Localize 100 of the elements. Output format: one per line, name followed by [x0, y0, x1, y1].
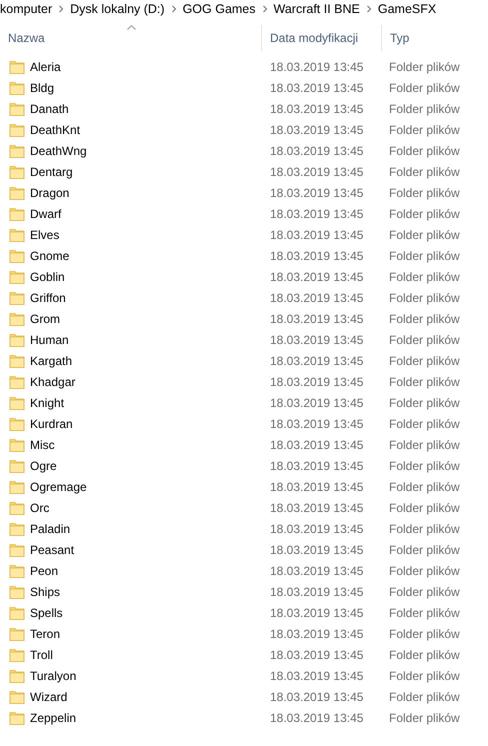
file-name[interactable]: Peasant — [30, 540, 74, 558]
file-type: Folder plików — [389, 144, 460, 158]
folder-icon — [9, 562, 25, 578]
folder-icon — [9, 584, 25, 600]
modified-date: 18.03.2019 13:45 — [270, 564, 364, 578]
file-name[interactable]: Human — [30, 330, 69, 348]
file-type: Folder plików — [389, 354, 460, 368]
folder-icon — [9, 668, 25, 684]
folder-icon — [9, 394, 25, 410]
file-name[interactable]: Spells — [30, 604, 63, 622]
file-type: Folder plików — [389, 668, 460, 682]
file-name[interactable]: Misc — [30, 436, 55, 454]
modified-date: 18.03.2019 13:45 — [270, 374, 364, 388]
modified-date: 18.03.2019 13:45 — [270, 290, 364, 304]
file-type: Folder plików — [389, 102, 460, 116]
breadcrumb-item[interactable]: komputer — [0, 0, 52, 18]
folder-icon — [9, 226, 25, 242]
modified-date: 18.03.2019 13:45 — [270, 248, 364, 262]
file-name[interactable]: Grom — [30, 310, 60, 328]
file-name[interactable]: Ogre — [30, 456, 57, 474]
folder-icon — [9, 604, 25, 620]
file-type: Folder plików — [389, 626, 460, 640]
folder-icon — [9, 500, 25, 516]
file-name[interactable]: Wizard — [30, 688, 68, 706]
file-name[interactable]: Danath — [30, 100, 69, 118]
file-name[interactable]: Dwarf — [30, 204, 62, 222]
breadcrumb-item[interactable]: GameSFX — [378, 0, 436, 18]
file-type: Folder plików — [389, 648, 460, 662]
modified-date: 18.03.2019 13:45 — [270, 312, 364, 326]
modified-date: 18.03.2019 13:45 — [270, 206, 364, 220]
modified-date: 18.03.2019 13:45 — [270, 354, 364, 368]
file-name[interactable]: Khadgar — [30, 372, 76, 390]
file-name[interactable]: Dentarg — [30, 162, 73, 180]
file-name[interactable]: Aleria — [30, 58, 61, 76]
breadcrumb-item[interactable]: GOG Games — [182, 0, 256, 18]
modified-date: 18.03.2019 13:45 — [270, 270, 364, 284]
file-name[interactable]: Ogremage — [30, 478, 87, 496]
folder-icon — [9, 290, 25, 306]
modified-date: 18.03.2019 13:45 — [270, 60, 364, 74]
modified-date: 18.03.2019 13:45 — [270, 668, 364, 682]
modified-date: 18.03.2019 13:45 — [270, 122, 364, 136]
file-type: Folder plików — [389, 690, 460, 704]
file-name[interactable]: Peon — [30, 562, 58, 580]
file-name[interactable]: Gnome — [30, 246, 70, 264]
chevron-icon[interactable] — [58, 5, 64, 13]
file-name[interactable]: Elves — [30, 226, 60, 244]
modified-date: 18.03.2019 13:45 — [270, 144, 364, 158]
file-name[interactable]: Turalyon — [30, 666, 76, 684]
modified-date: 18.03.2019 13:45 — [270, 626, 364, 640]
file-name[interactable]: Knight — [30, 394, 64, 412]
folder-icon — [9, 646, 25, 662]
file-name[interactable]: DeathKnt — [30, 120, 80, 138]
file-name[interactable]: Troll — [30, 646, 53, 664]
folder-icon — [9, 436, 25, 452]
column-header[interactable]: Nazwa — [0, 25, 262, 51]
file-type: Folder plików — [389, 606, 460, 620]
file-name[interactable]: Kargath — [30, 352, 72, 370]
column-header[interactable]: Typ — [382, 25, 488, 51]
modified-date: 18.03.2019 13:45 — [270, 416, 364, 430]
folder-icon — [9, 164, 25, 180]
modified-date: 18.03.2019 13:45 — [270, 164, 364, 178]
folder-icon — [9, 374, 25, 390]
folder-icon — [9, 268, 25, 284]
modified-date: 18.03.2019 13:45 — [270, 606, 364, 620]
file-type: Folder plików — [389, 710, 460, 724]
folder-icon — [9, 310, 25, 326]
file-name[interactable]: Goblin — [30, 268, 65, 286]
folder-icon — [9, 478, 25, 494]
folder-icon — [9, 332, 25, 348]
file-name[interactable]: Orc — [30, 498, 50, 516]
chevron-icon[interactable] — [366, 5, 372, 13]
file-name[interactable]: Ships — [30, 582, 60, 600]
file-name[interactable]: Paladin — [30, 520, 70, 538]
file-type: Folder plików — [389, 290, 460, 304]
folder-icon — [9, 352, 25, 368]
file-name[interactable]: DeathWng — [30, 142, 87, 160]
chevron-icon[interactable] — [170, 5, 177, 13]
file-name[interactable]: Griffon — [30, 288, 66, 306]
file-name[interactable]: Kurdran — [30, 414, 73, 432]
modified-date: 18.03.2019 13:45 — [270, 584, 364, 598]
file-name[interactable]: Bldg — [30, 78, 54, 96]
modified-date: 18.03.2019 13:45 — [270, 228, 364, 242]
file-name[interactable]: Dragon — [30, 184, 70, 202]
modified-date: 18.03.2019 13:45 — [270, 458, 364, 472]
file-name[interactable]: Teron — [30, 624, 60, 642]
file-type: Folder plików — [389, 416, 460, 430]
modified-date: 18.03.2019 13:45 — [270, 522, 364, 536]
file-type: Folder plików — [389, 80, 460, 94]
modified-date: 18.03.2019 13:45 — [270, 186, 364, 200]
breadcrumb-item[interactable]: Warcraft II BNE — [274, 0, 360, 18]
folder-icon — [9, 520, 25, 536]
folder-icon — [9, 58, 25, 74]
modified-date: 18.03.2019 13:45 — [270, 438, 364, 452]
file-name[interactable]: Zeppelin — [30, 708, 76, 726]
file-type: Folder plików — [389, 480, 460, 494]
chevron-icon[interactable] — [262, 5, 268, 13]
column-header[interactable]: Data modyfikacji — [262, 25, 382, 51]
breadcrumb-item[interactable]: Dysk lokalny (D:) — [70, 0, 165, 18]
file-type: Folder plików — [389, 564, 460, 578]
file-type: Folder plików — [389, 122, 460, 136]
